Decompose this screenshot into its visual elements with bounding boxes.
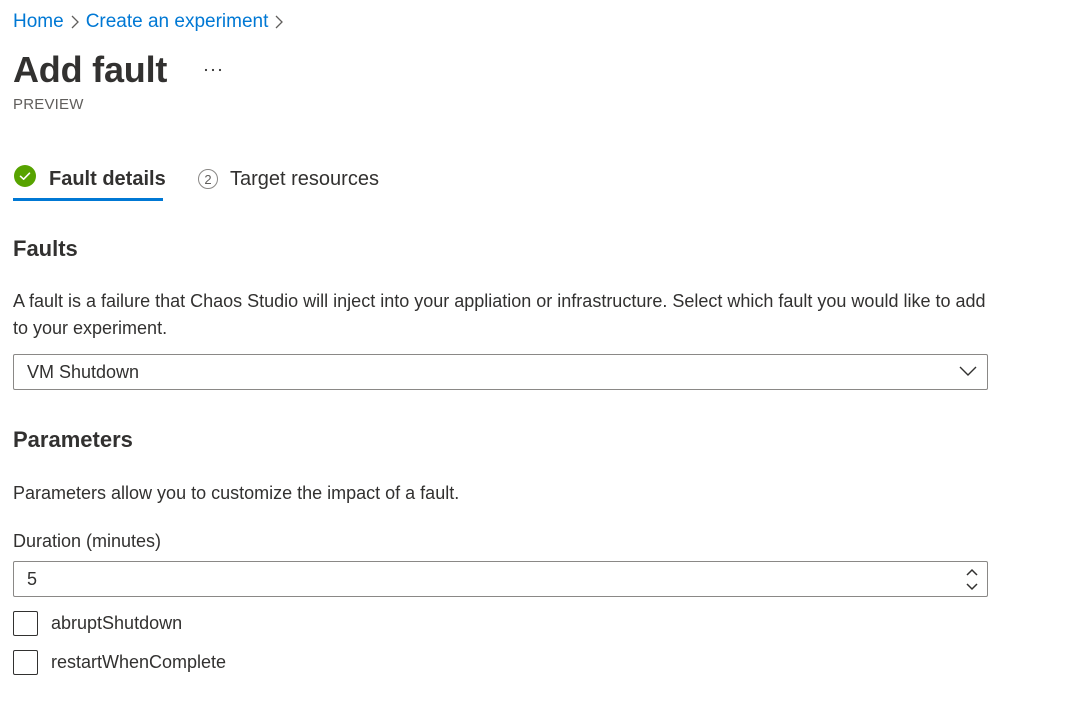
tab-target-resources-label: Target resources [230, 167, 379, 190]
parameters-description: Parameters allow you to customize the im… [13, 483, 460, 503]
chevron-right-icon [268, 8, 290, 36]
checkbox-box[interactable] [13, 610, 38, 636]
chevron-right-icon [64, 8, 86, 36]
abrupt-shutdown-label: abruptShutdown [51, 612, 183, 633]
tab-target-resources[interactable]: 2 Target resources [198, 157, 379, 201]
duration-input[interactable] [14, 563, 927, 595]
checkbox-box[interactable] [13, 649, 38, 675]
selected-tab-indicator [13, 198, 163, 201]
breadcrumb: Home Create an experiment [13, 8, 290, 36]
parameters-heading: Parameters [13, 427, 133, 452]
duration-label: Duration (minutes) [13, 531, 162, 551]
faults-description: A fault is a failure that Chaos Studio w… [13, 291, 986, 338]
breadcrumb-create-experiment-link[interactable]: Create an experiment [86, 8, 269, 36]
fault-dropdown-value: VM Shutdown [27, 361, 140, 382]
page-subtitle: PREVIEW [13, 96, 84, 113]
fault-dropdown[interactable]: VM Shutdown [13, 354, 988, 390]
increment-button[interactable] [962, 564, 982, 579]
page-title: Add fault [13, 49, 168, 90]
more-options-button[interactable] [200, 58, 226, 82]
decrement-button[interactable] [962, 579, 982, 594]
abrupt-shutdown-checkbox[interactable]: abruptShutdown [13, 609, 182, 637]
tab-fault-details-label: Fault details [49, 167, 166, 190]
step-number-badge: 2 [198, 169, 218, 189]
spin-buttons [957, 562, 987, 596]
tab-fault-details[interactable]: Fault details [13, 157, 166, 201]
faults-heading: Faults [13, 236, 78, 261]
chevron-up-icon [966, 568, 978, 576]
breadcrumb-home-link[interactable]: Home [13, 8, 64, 36]
chevron-down-icon [966, 582, 978, 590]
restart-when-complete-checkbox[interactable]: restartWhenComplete [13, 648, 226, 676]
more-icon [204, 68, 222, 72]
chevron-down-icon [959, 363, 977, 381]
checkmark-circle-icon [13, 164, 37, 194]
restart-when-complete-label: restartWhenComplete [51, 651, 227, 672]
duration-stepper [13, 561, 988, 597]
